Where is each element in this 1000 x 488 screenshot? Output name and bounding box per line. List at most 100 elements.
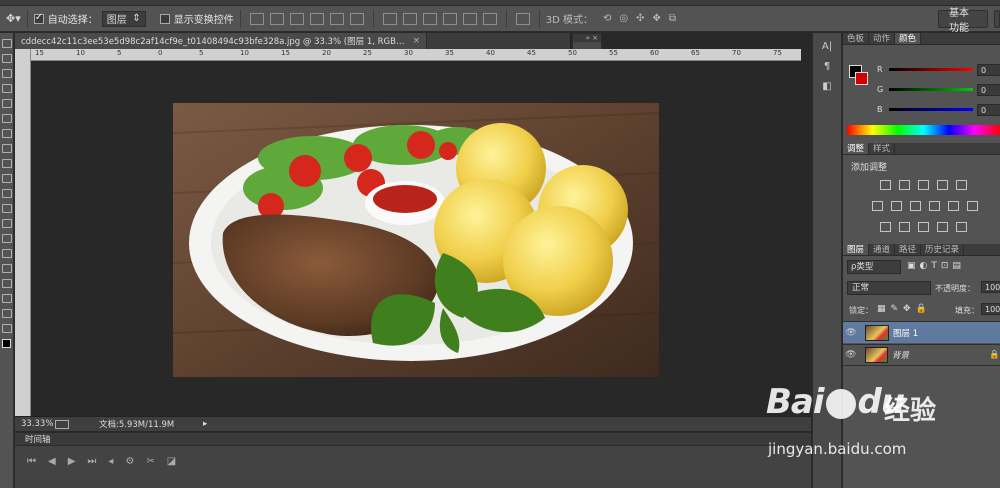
marquee-tool-icon[interactable] bbox=[2, 54, 12, 63]
show-transform-checkbox[interactable] bbox=[159, 13, 170, 24]
g-slider[interactable] bbox=[889, 88, 973, 91]
tab-adjustments[interactable]: 调整 bbox=[843, 143, 870, 154]
photo-filter-icon[interactable] bbox=[929, 201, 940, 211]
fill-field[interactable]: 100 bbox=[981, 303, 1000, 315]
tab-actions[interactable]: 动作 bbox=[869, 33, 896, 44]
close-icon[interactable]: × bbox=[413, 36, 420, 46]
pen-tool-icon[interactable] bbox=[2, 249, 12, 258]
tab-channels[interactable]: 通道 bbox=[869, 244, 896, 255]
workspace-button[interactable]: 基本功能 bbox=[938, 8, 988, 34]
layer-filter-dropdown[interactable]: ρ类型 bbox=[847, 260, 901, 274]
3d-slide-icon[interactable]: ✥ bbox=[653, 13, 661, 24]
hand-tool-icon[interactable] bbox=[2, 309, 12, 318]
document-tab[interactable]: cddecc42c11c3ee53e5d98c2af14cf9e_t014084… bbox=[15, 33, 427, 49]
lasso-tool-icon[interactable] bbox=[2, 69, 12, 78]
distribute-vcenter-icon[interactable] bbox=[402, 12, 417, 25]
foreground-color-swatch[interactable] bbox=[2, 339, 11, 348]
b-value-field[interactable]: 0 bbox=[977, 104, 1000, 116]
gradient-tool-icon[interactable] bbox=[2, 204, 12, 213]
history-brush-tool-icon[interactable] bbox=[2, 174, 12, 183]
invert-icon[interactable] bbox=[880, 222, 891, 232]
brush-tool-icon[interactable] bbox=[2, 144, 12, 153]
align-hcenter-icon[interactable] bbox=[329, 12, 344, 25]
align-left-icon[interactable] bbox=[309, 12, 324, 25]
g-value-field[interactable]: 0 bbox=[977, 84, 1000, 96]
color-balance-icon[interactable] bbox=[891, 201, 902, 211]
selective-color-icon[interactable] bbox=[956, 222, 967, 232]
layer-row-layer1[interactable]: 👁 图层 1 bbox=[843, 321, 1000, 343]
workspace-extra-button[interactable] bbox=[994, 9, 1000, 28]
status-arrow-icon[interactable]: ▸ bbox=[203, 419, 207, 429]
color-lookup-icon[interactable] bbox=[967, 201, 978, 211]
settings-gear-icon[interactable]: ⚙ bbox=[125, 456, 134, 467]
status-menu-icon[interactable] bbox=[55, 419, 69, 429]
brightness-icon[interactable] bbox=[880, 180, 891, 190]
3d-roll-icon[interactable]: ◎ bbox=[619, 13, 628, 24]
tab-styles[interactable]: 样式 bbox=[869, 143, 896, 154]
timeline-title[interactable]: 时间轴 bbox=[25, 433, 51, 445]
distribute-hcenter-icon[interactable] bbox=[462, 12, 477, 25]
3d-pan-icon[interactable]: ✣ bbox=[636, 13, 644, 24]
vertical-ruler[interactable] bbox=[15, 49, 31, 416]
tab-layers[interactable]: 图层 bbox=[843, 244, 870, 255]
transition-icon[interactable]: ◪ bbox=[167, 456, 176, 467]
visibility-eye-icon[interactable]: 👁 bbox=[843, 328, 859, 338]
move-tool-icon[interactable]: ✥▾ bbox=[6, 12, 21, 25]
channel-mixer-icon[interactable] bbox=[948, 201, 959, 211]
tab-swatches[interactable]: 色板 bbox=[843, 33, 870, 44]
spectrum-bar[interactable] bbox=[847, 125, 1000, 135]
crop-tool-icon[interactable] bbox=[2, 99, 12, 108]
hue-saturation-icon[interactable] bbox=[872, 201, 883, 211]
zoom-level[interactable]: 33.33% bbox=[21, 419, 55, 429]
opacity-field[interactable]: 100 bbox=[981, 281, 1000, 293]
r-slider[interactable] bbox=[889, 68, 973, 71]
align-top-icon[interactable] bbox=[249, 12, 264, 25]
distribute-top-icon[interactable] bbox=[382, 12, 397, 25]
eyedropper-tool-icon[interactable] bbox=[2, 114, 12, 123]
3d-rotate-icon[interactable]: ⟲ bbox=[603, 13, 611, 24]
layer-name[interactable]: 背景 bbox=[892, 349, 989, 361]
blur-tool-icon[interactable] bbox=[2, 219, 12, 228]
black-white-icon[interactable] bbox=[910, 201, 921, 211]
tab-color[interactable]: 颜色 bbox=[895, 33, 922, 44]
play-icon[interactable]: ▶ bbox=[68, 456, 76, 467]
scissors-icon[interactable]: ✂ bbox=[146, 456, 154, 467]
3d-scale-icon[interactable]: ⧉ bbox=[669, 13, 676, 24]
blend-mode-dropdown[interactable]: 正常 bbox=[847, 281, 931, 295]
posterize-icon[interactable] bbox=[899, 222, 910, 232]
auto-select-checkbox[interactable] bbox=[33, 12, 44, 24]
shape-tool-icon[interactable] bbox=[2, 294, 12, 303]
brush-panel-icon[interactable]: ◧ bbox=[820, 81, 834, 93]
distribute-right-icon[interactable] bbox=[482, 12, 497, 25]
stamp-tool-icon[interactable] bbox=[2, 159, 12, 168]
align-vcenter-icon[interactable] bbox=[269, 12, 284, 25]
align-right-icon[interactable] bbox=[349, 12, 364, 25]
visibility-eye-icon[interactable]: 👁 bbox=[843, 350, 859, 360]
b-slider[interactable] bbox=[889, 108, 973, 111]
move-tool-icon[interactable] bbox=[2, 39, 12, 48]
zoom-tool-icon[interactable] bbox=[2, 324, 12, 333]
eraser-tool-icon[interactable] bbox=[2, 189, 12, 198]
r-value-field[interactable]: 0 bbox=[977, 64, 1000, 76]
layer-name[interactable]: 图层 1 bbox=[893, 327, 918, 339]
first-frame-icon[interactable]: ⏮ bbox=[27, 456, 36, 467]
quick-select-tool-icon[interactable] bbox=[2, 84, 12, 93]
exposure-icon[interactable] bbox=[937, 180, 948, 190]
vibrance-icon[interactable] bbox=[956, 180, 967, 190]
tab-paths[interactable]: 路径 bbox=[895, 244, 922, 255]
healing-tool-icon[interactable] bbox=[2, 129, 12, 138]
audio-icon[interactable]: ◂ bbox=[108, 456, 113, 467]
prev-frame-icon[interactable]: ◀ bbox=[48, 456, 56, 467]
panel-collapse-icon[interactable]: » × bbox=[573, 34, 601, 42]
character-panel-icon[interactable]: A| bbox=[820, 41, 834, 53]
lock-icons[interactable]: ▦✎✥🔒 bbox=[877, 304, 932, 314]
gradient-map-icon[interactable] bbox=[937, 222, 948, 232]
layer-row-background[interactable]: 👁 背景 🔒 bbox=[843, 344, 1000, 366]
tab-history[interactable]: 历史记录 bbox=[921, 244, 965, 255]
auto-align-icon[interactable] bbox=[515, 12, 530, 25]
distribute-bottom-icon[interactable] bbox=[422, 12, 437, 25]
horizontal-ruler[interactable]: 15 10 5 0 5 10 15 20 25 30 35 40 45 50 55 60 65 70 75 bbox=[31, 49, 801, 61]
auto-select-dropdown[interactable]: 图层 ⇕ bbox=[101, 10, 146, 27]
threshold-icon[interactable] bbox=[918, 222, 929, 232]
canvas-image[interactable] bbox=[173, 103, 659, 377]
